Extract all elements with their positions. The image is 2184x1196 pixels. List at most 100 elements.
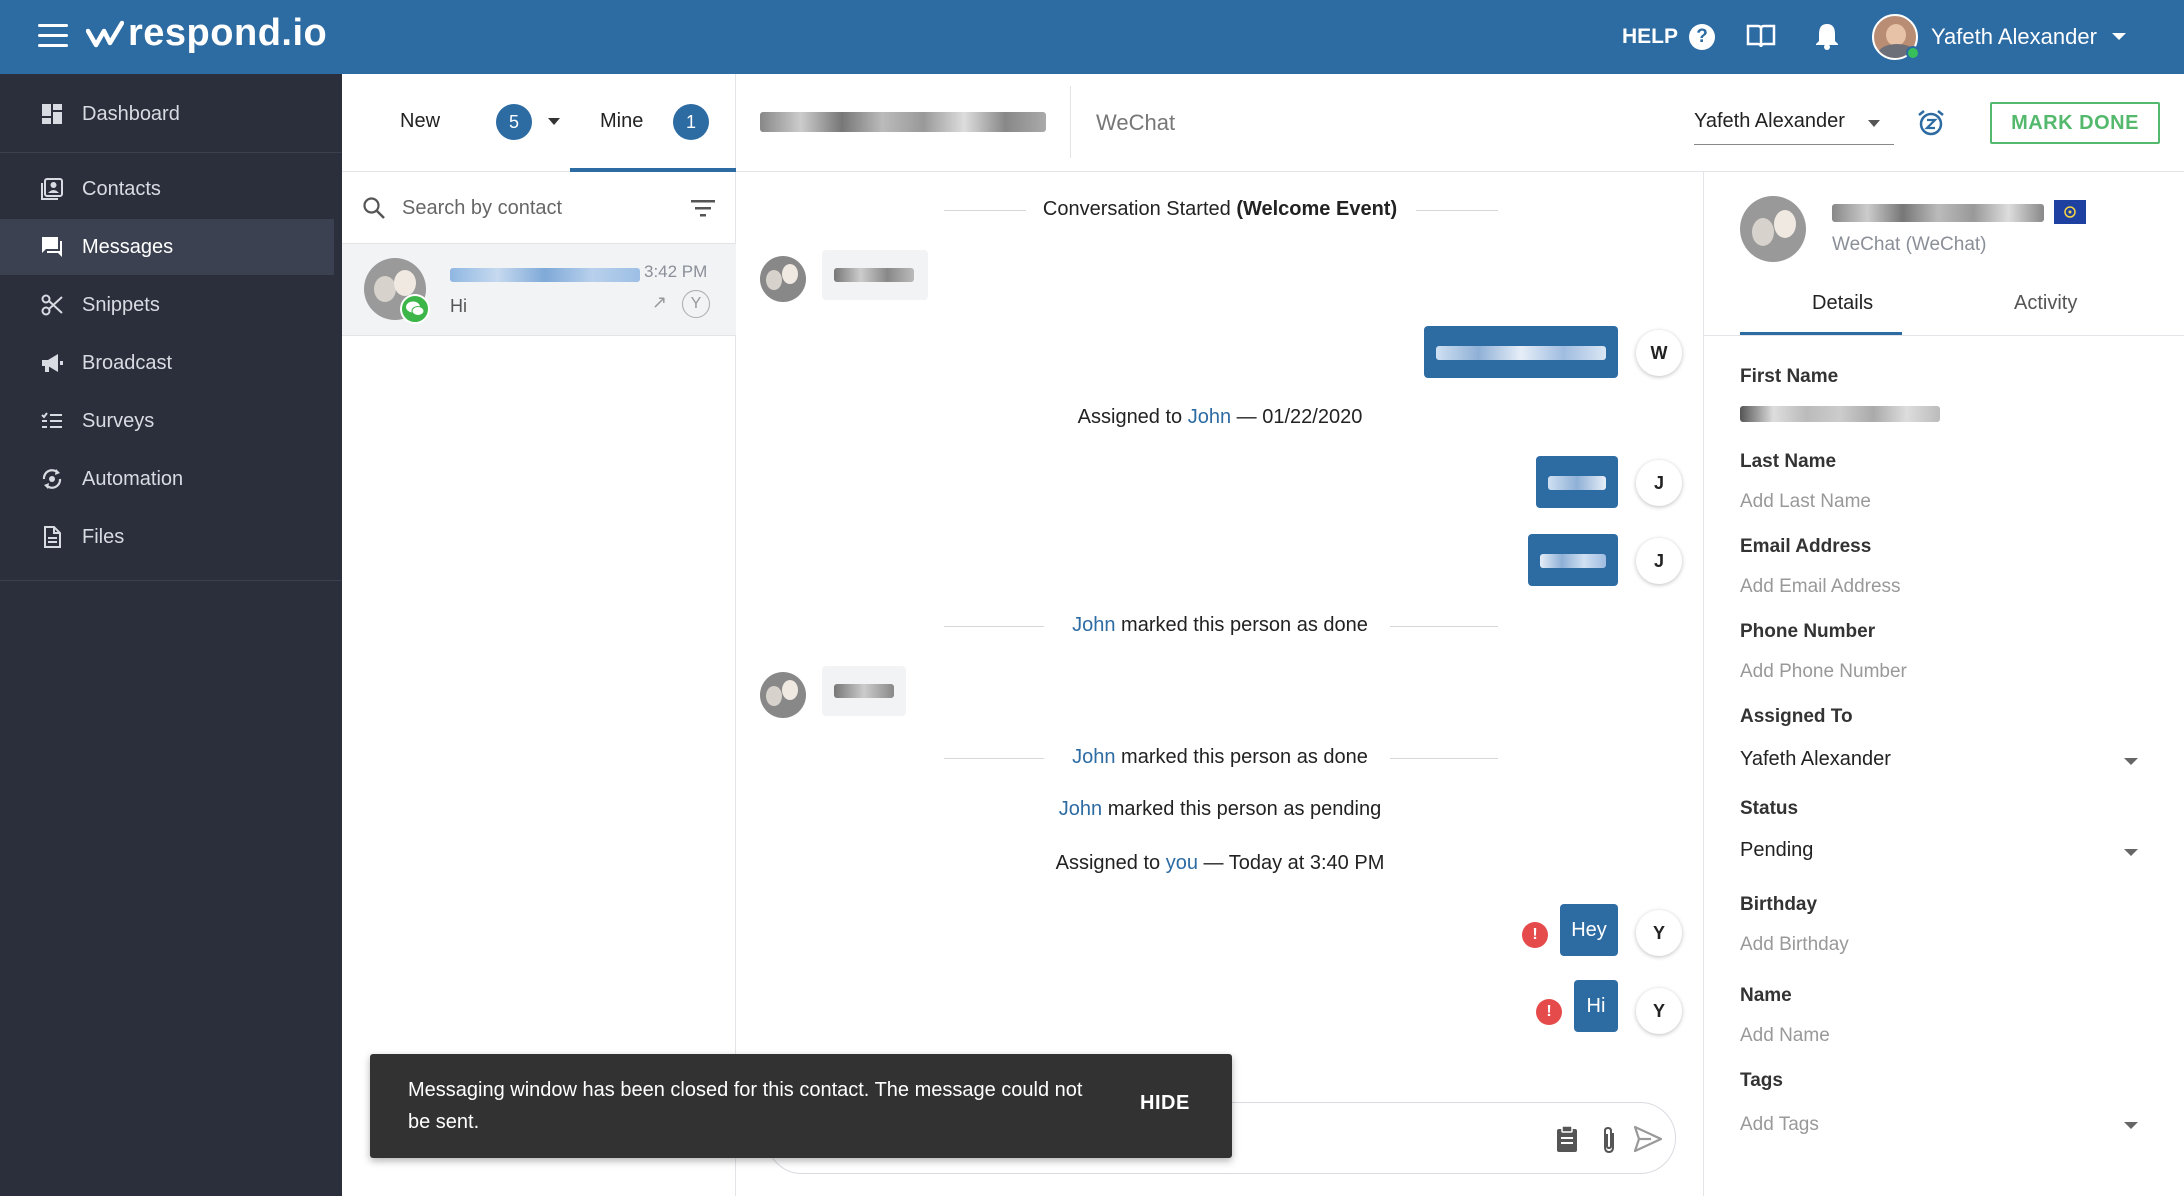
hide-button[interactable]: HIDE [1140, 1092, 1190, 1115]
help-link[interactable]: HELP ? [1622, 24, 1716, 50]
tab-new-dropdown-icon[interactable] [548, 118, 560, 125]
chevron-down-icon[interactable] [2124, 1122, 2138, 1129]
agent-link[interactable]: John [1188, 406, 1231, 428]
sidebar-item-messages[interactable]: Messages [0, 219, 334, 275]
marked-done-event: John marked this person as done [736, 746, 1704, 769]
name-label: Name [1740, 985, 1792, 1006]
sidebar-item-label: Messages [82, 235, 174, 258]
sender-avatar: J [1636, 538, 1682, 584]
assignment-event: Assigned to you — Today at 3:40 PM [736, 852, 1704, 875]
sidebar-item-dashboard[interactable]: Dashboard [0, 86, 334, 142]
user-menu-caret-icon[interactable] [2112, 33, 2126, 40]
error-icon[interactable]: ! [1522, 922, 1548, 948]
event-text: Assigned to [1055, 852, 1166, 874]
sidebar-item-automation[interactable]: Automation [0, 451, 334, 507]
conversation-time: 3:42 PM [644, 262, 708, 281]
contact-avatar [760, 256, 806, 302]
chevron-down-icon[interactable] [2124, 849, 2138, 856]
first-name-value-redacted[interactable] [1740, 406, 1940, 422]
sidebar-item-broadcast[interactable]: Broadcast [0, 335, 334, 391]
event-text: marked this person as pending [1102, 798, 1382, 820]
chat-area: Conversation Started (Welcome Event) W A… [736, 172, 1704, 1196]
redacted-text [1548, 476, 1606, 490]
assignee-select[interactable]: Yafeth Alexander [1694, 110, 1845, 133]
outgoing-arrow-icon: ↗ [652, 292, 668, 312]
logo-check-icon [86, 20, 124, 47]
status-select[interactable]: Pending [1740, 839, 1813, 862]
mine-count-badge: 1 [673, 104, 709, 140]
birthday-field[interactable]: Add Birthday [1740, 934, 1849, 956]
chat-channel: WeChat [1096, 110, 1176, 135]
send-icon[interactable] [1633, 1125, 1663, 1153]
marked-pending-event: John marked this person as pending [736, 798, 1704, 821]
clipboard-icon[interactable] [1555, 1125, 1579, 1153]
redacted-text [834, 684, 894, 698]
tab-new[interactable]: New [400, 110, 440, 133]
tags-label: Tags [1740, 1070, 1783, 1091]
conversation-tabs: New 5 Mine 1 [342, 74, 736, 172]
birthday-label: Birthday [1740, 894, 1818, 915]
name-field[interactable]: Add Name [1740, 1025, 1830, 1047]
sidebar-item-label: Snippets [82, 293, 160, 316]
sidebar-item-label: Automation [82, 467, 184, 490]
tab-details[interactable]: Details [1812, 292, 1873, 315]
sender-avatar: Y [1636, 910, 1682, 956]
phone-field[interactable]: Add Phone Number [1740, 661, 1907, 683]
agent-link[interactable]: you [1166, 852, 1198, 874]
sidebar-item-label: Surveys [82, 409, 155, 432]
sidebar-divider [0, 152, 342, 153]
bell-icon[interactable] [1814, 22, 1840, 50]
error-icon[interactable]: ! [1536, 999, 1562, 1025]
logo[interactable]: respond.io [86, 12, 327, 55]
tabs-divider [1704, 335, 2184, 336]
sidebar-item-files[interactable]: Files [0, 509, 334, 565]
dashboard-icon [42, 104, 62, 124]
attachment-icon[interactable] [1599, 1125, 1619, 1155]
automation-icon [42, 469, 62, 489]
tab-activity[interactable]: Activity [2014, 292, 2077, 315]
agent-link[interactable]: John [1072, 746, 1115, 768]
sidebar-item-snippets[interactable]: Snippets [0, 277, 334, 333]
status-label: Status [1740, 798, 1799, 819]
marked-done-event: John marked this person as done [736, 614, 1704, 637]
agent-link[interactable]: John [1059, 798, 1102, 820]
sidebar-item-contacts[interactable]: Contacts [0, 161, 334, 217]
chevron-down-icon[interactable] [1868, 120, 1880, 127]
search-input[interactable] [402, 192, 682, 224]
messages-icon [42, 237, 62, 257]
top-bar: respond.io HELP ? Yafeth Alexander [0, 0, 2184, 74]
contact-name-redacted [1832, 204, 2044, 222]
contact-channel: WeChat (WeChat) [1832, 234, 1987, 255]
outgoing-message [1424, 326, 1618, 378]
event-text: — Today at 3:40 PM [1197, 852, 1385, 874]
redacted-text [1436, 346, 1606, 360]
menu-icon[interactable] [38, 24, 68, 48]
sidebar-item-surveys[interactable]: Surveys [0, 393, 334, 449]
assigned-to-select[interactable]: Yafeth Alexander [1740, 748, 1891, 771]
sidebar-item-label: Broadcast [82, 351, 173, 374]
agent-link[interactable]: John [1072, 614, 1115, 636]
sidebar: Dashboard Contacts Messages Snippets Bro… [0, 74, 342, 1196]
snooze-alarm-icon[interactable] [1916, 108, 1946, 138]
search-bar [342, 172, 736, 244]
chevron-down-icon[interactable] [2124, 758, 2138, 765]
incoming-message [822, 250, 928, 300]
last-name-field[interactable]: Add Last Name [1740, 491, 1871, 513]
chat-header: WeChat Yafeth Alexander MARK DONE [736, 74, 2184, 172]
tab-mine[interactable]: Mine [600, 110, 643, 133]
conversation-item[interactable]: 3:42 PM Hi ↗ Y [342, 244, 736, 336]
phone-label: Phone Number [1740, 621, 1876, 642]
help-icon: ? [1689, 24, 1716, 50]
user-name[interactable]: Yafeth Alexander [1931, 24, 2097, 50]
assigned-to-label: Assigned To [1740, 706, 1853, 727]
sender-avatar: Y [1636, 988, 1682, 1034]
filter-icon[interactable] [690, 198, 716, 218]
contact-details-panel: WeChat (WeChat) Details Activity First N… [1704, 172, 2184, 1196]
sidebar-divider [0, 580, 342, 581]
tags-field[interactable]: Add Tags [1740, 1114, 1819, 1136]
email-field[interactable]: Add Email Address [1740, 576, 1901, 598]
book-icon[interactable] [1746, 22, 1776, 50]
sidebar-item-label: Contacts [82, 177, 161, 200]
mark-done-button[interactable]: MARK DONE [1990, 102, 2160, 144]
first-name-label: First Name [1740, 366, 1839, 387]
